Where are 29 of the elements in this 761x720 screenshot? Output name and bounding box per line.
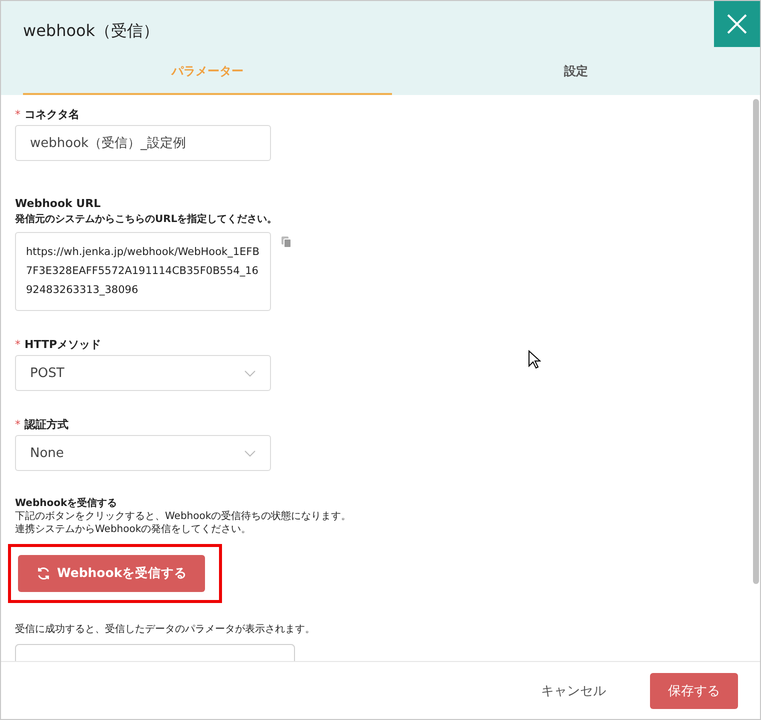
refresh-icon (36, 566, 51, 581)
copy-icon[interactable] (281, 236, 292, 248)
dialog-title: webhook（受信） (22, 20, 160, 42)
chevron-down-icon (244, 450, 256, 456)
close-icon (727, 14, 747, 34)
field-label: 認証方式 (24, 417, 68, 432)
required-mark: * (15, 108, 20, 121)
chevron-down-icon (244, 370, 256, 376)
select-field[interactable]: POST (15, 355, 271, 391)
field-label: HTTPメソッド (24, 337, 102, 352)
instruction-text: 下記のボタンをクリックすると、Webhookの受信待ちの状態になります。 (15, 510, 352, 523)
url-field[interactable]: https://wh.jenka.jp/webhook/WebHook_1EFB7F3E328EAFF5572A191114CB35F0B554_1692483263313_38096 (15, 232, 271, 311)
receive-webhook-button[interactable]: Webhookを受信する (18, 555, 206, 592)
cancel-button[interactable]: キャンセル (535, 680, 612, 700)
required-mark: * (15, 338, 20, 351)
close-button[interactable] (714, 1, 760, 47)
select-field[interactable]: None (15, 435, 271, 471)
hint-text: 受信に成功すると、受信したデータのパラメータが表示されます。 (15, 623, 316, 636)
tab[interactable]: 設定 (392, 53, 760, 95)
instruction-text: 連携システムからWebhookの発信をしてください。 (15, 523, 252, 536)
field-label: Webhook URL (15, 197, 101, 210)
text-field[interactable]: webhook（受信）_設定例 (15, 125, 271, 161)
hint-text: 発信元のシステムからこちらのURLを指定してください。 (15, 213, 278, 226)
scrollbar-thumb[interactable] (753, 99, 759, 584)
cursor-icon (528, 350, 541, 369)
section-title: Webhookを受信する (15, 497, 118, 510)
required-mark: * (15, 418, 20, 431)
field-label: コネクタ名 (24, 107, 80, 122)
save-button[interactable]: 保存する (650, 672, 738, 708)
